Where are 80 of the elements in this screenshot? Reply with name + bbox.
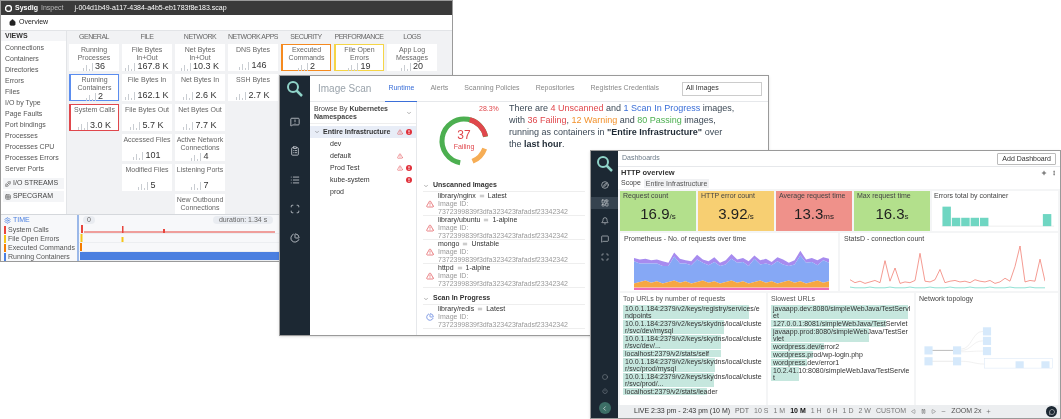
tile-value: 19 [360,61,371,71]
message-icon[interactable] [600,235,609,243]
warning-icon [426,247,434,256]
metric-value: 16.3s [874,206,910,224]
tile-value: 7.7 K [195,120,217,130]
sparkline-icon [125,91,136,100]
equals-icon [462,241,469,247]
tile-value: 2 [98,91,103,101]
warning-icon [426,199,434,208]
equals-icon [478,193,485,199]
tile-value: 167.8 K [137,61,169,71]
metric-value: 13.3ms [793,206,835,224]
sparkline-icon [125,62,136,71]
tile-value: 101 [145,150,161,160]
failing-count: 37 [457,129,471,143]
zoom-in-icon[interactable] [986,409,992,414]
magnifier-logo-icon[interactable] [286,80,304,98]
chat-bubble-icon [1048,408,1055,415]
summary-sentence: There are 4 Unscanned and 1 Scan In Progress images, with 36 Failing, 12 Warning and 80 Passing images, running as containers in "Entire Infrastructure" over the last hour. [509,102,735,150]
pause-icon[interactable] [921,409,927,414]
more-icon[interactable] [1051,169,1057,176]
settings-icon[interactable] [4,216,11,224]
tile-value: 20 [413,61,423,71]
event-marks-drawing [80,234,124,242]
warning-icon [426,223,434,232]
tile-value: 5 [150,180,156,190]
sparkline-icon [298,62,308,71]
equals-icon [477,306,484,312]
warning-icon [426,271,434,280]
compass-icon[interactable] [600,181,609,189]
sparkline-icon [183,91,194,100]
tile-value: 36 [95,61,105,71]
clipboard-icon[interactable] [290,146,300,156]
add-icon[interactable] [1041,169,1047,176]
sparkline-icon [401,62,411,71]
donut-chart [437,114,491,168]
tile-value: 2.6 K [195,90,217,100]
message-alert-icon[interactable] [290,117,300,127]
bell-icon[interactable] [600,217,609,225]
chevron-left-icon [601,404,608,412]
home-icon[interactable] [9,19,16,26]
list-icon[interactable] [290,175,300,185]
equals-icon [456,265,463,271]
sparkline-icon [86,92,96,101]
sparkline-icon [191,152,202,161]
sparkline-icon [348,62,359,71]
sparkline-icon [236,91,247,100]
sparkline-icon [138,181,149,190]
tile-value: 146 [251,60,267,70]
scan-icon[interactable] [600,253,609,261]
logo-icon [5,4,12,12]
equals-icon [483,217,490,223]
sparkline-icon [181,62,191,71]
tile-value: 2 [310,61,315,71]
status-icon[interactable] [601,374,608,380]
sparkline-icon [133,151,144,160]
tile-value: 3.0 K [90,120,111,130]
tile-value: 5.7 K [142,120,164,130]
metric-value: 16.9/s [639,206,677,224]
sparkline-icon [78,121,88,130]
tile-value: 4 [203,151,209,161]
collapse-button[interactable] [598,402,611,414]
tile-value: 2.7 K [248,90,270,100]
tile-value: 10.3 K [193,61,219,71]
sparkline-icon [83,62,93,71]
magnifier-logo-icon[interactable] [595,155,614,173]
scan-icon[interactable] [290,204,300,214]
sparkline-icon [130,121,141,130]
pie-chart-icon[interactable] [290,233,300,243]
sparkline-icon [183,121,194,130]
sparkline-icon [191,181,202,190]
progress-icon [426,312,434,321]
chat-button[interactable] [1046,406,1057,417]
sparkline-icon [239,61,250,70]
metric-value: 3.92/s [717,206,755,224]
tile-value: 7 [203,180,209,190]
dashboard-icon[interactable] [600,199,609,207]
tile-value: 162.1 K [137,90,169,100]
zoom-out-icon[interactable] [941,409,947,414]
page-title: Image Scan [318,82,372,96]
